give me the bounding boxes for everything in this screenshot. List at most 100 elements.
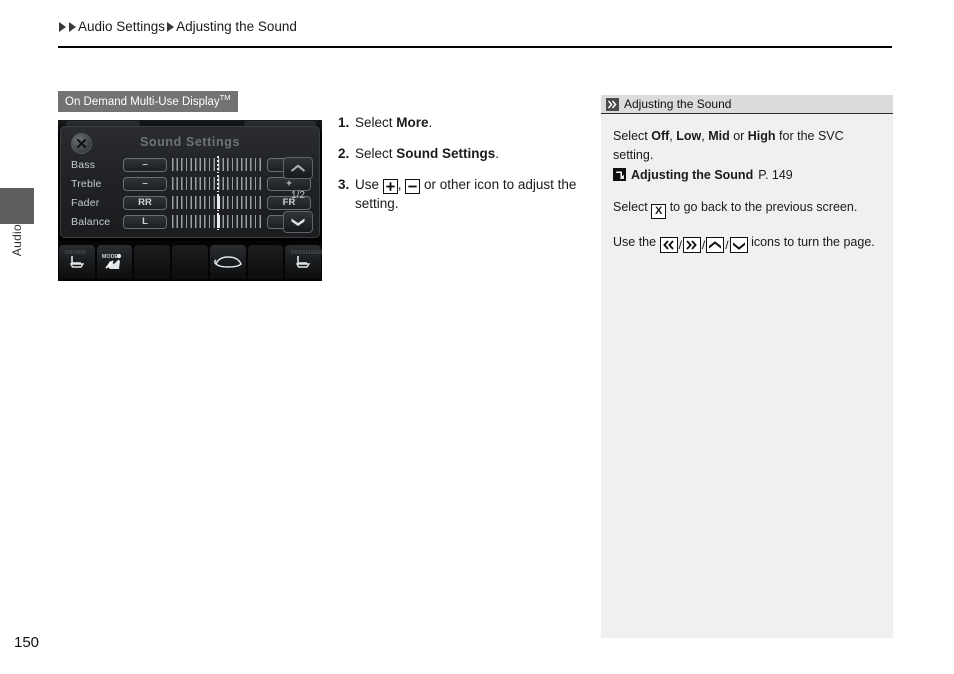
page-turn-icon-group: / / / — [659, 236, 748, 254]
step-text: Select More. — [355, 114, 586, 132]
section-tab-label: Audio — [10, 224, 24, 257]
treble-slider[interactable] — [172, 175, 262, 192]
jump-arrow-icon — [613, 168, 626, 182]
row-label: Treble — [71, 177, 102, 190]
step-2: 2. Select Sound Settings. — [338, 145, 586, 163]
chevron-double-down-icon — [729, 237, 748, 253]
defroster-icon[interactable] — [209, 245, 246, 279]
seat-heater-left-icon[interactable]: DRIVER — [59, 245, 95, 279]
slider-row-balance: Balance L R — [61, 212, 319, 231]
svc-option-low: Low — [676, 129, 702, 143]
icon-sep-1: / — [678, 238, 682, 252]
cross-reference-page: P. 149 — [758, 167, 793, 182]
back-lead: Select — [613, 200, 652, 215]
chevron-down-icon[interactable] — [283, 211, 313, 233]
seat-heater-left-label: DRIVER — [65, 250, 86, 256]
blank-button[interactable] — [134, 245, 171, 279]
breadcrumb-arrow-icon — [59, 21, 66, 32]
fader-slider[interactable] — [172, 194, 262, 211]
page-controls: 1/2 — [282, 157, 314, 233]
step-3-mid: , — [397, 177, 406, 193]
step-number: 1. — [338, 115, 350, 130]
cross-reference[interactable]: Adjusting the Sound P. 149 — [613, 166, 879, 185]
seat-heater-right-label: PASSENGER — [291, 250, 322, 256]
step-text: Use , or other icon to adjust the settin… — [355, 176, 586, 212]
plus-icon — [382, 179, 398, 195]
climate-bottom-bar: DRIVER MODE PASSENGER — [58, 241, 322, 281]
close-x-box-icon: X — [651, 204, 667, 219]
svc-lead: Select — [613, 129, 652, 143]
row-label: Bass — [71, 158, 96, 171]
figure-caption-banner: On Demand Multi-Use DisplayTM — [58, 91, 238, 113]
chevron-up-icon[interactable] — [283, 157, 313, 179]
row-label: Fader — [71, 196, 100, 209]
slider-row-bass: Bass – + — [61, 155, 319, 174]
step-3: 3. Use , or other icon to adjust the set… — [338, 176, 586, 212]
icon-sep-3: / — [725, 238, 729, 252]
bass-decrease-button[interactable]: – — [123, 157, 167, 172]
slider-cursor — [217, 156, 219, 173]
sidebar-title: Adjusting the Sound — [624, 97, 732, 111]
step-2-tail: . — [495, 146, 500, 162]
sidebar-body: Select Off, Low, Mid or High for the SVC… — [601, 114, 893, 254]
step-3-lead: Use — [355, 177, 383, 193]
slider-cursor — [217, 213, 219, 230]
icon-sep-2: / — [701, 238, 706, 252]
breadcrumb-arrow-icon-3 — [167, 21, 175, 32]
sound-settings-rows: Bass – + Treble – + — [61, 155, 319, 231]
svc-option-mid: Mid — [708, 129, 730, 143]
chevron-double-right-icon — [682, 237, 701, 253]
breadcrumb-item-audio-settings[interactable]: Audio Settings — [78, 19, 165, 34]
treble-decrease-button[interactable]: – — [123, 176, 167, 191]
figure-caption-trademark: TM — [219, 93, 231, 102]
slider-cursor — [217, 175, 219, 192]
sidebar-paragraph-3: Use the / / / icons to turn the page. — [613, 233, 879, 254]
figure-caption-text: On Demand Multi-Use Display — [65, 95, 220, 108]
step-2-lead: Select — [355, 146, 397, 162]
svc-option-off: Off — [651, 129, 670, 143]
step-1: 1. Select More. — [338, 114, 586, 132]
step-1-lead: Select — [355, 115, 397, 130]
breadcrumb-arrow-icon-2 — [69, 21, 76, 32]
svc-sep-3: or — [729, 129, 748, 143]
fader-rear-button[interactable]: RR — [123, 195, 167, 210]
head-unit-screenshot: Sound Settings Bass – + Treble – — [58, 120, 322, 281]
page-number: 150 — [14, 634, 40, 651]
step-number: 3. — [338, 177, 350, 193]
minus-icon — [405, 179, 421, 195]
chevron-double-left-icon — [659, 237, 678, 253]
sidebar-header: Adjusting the Sound — [601, 95, 893, 114]
step-number: 2. — [338, 146, 350, 162]
slider-row-treble: Treble – + — [61, 174, 319, 193]
step-2-target: Sound Settings — [396, 146, 496, 162]
slider-cursor — [217, 194, 219, 211]
breadcrumb: Audio Settings Adjusting the Sound — [58, 19, 297, 34]
svc-option-high: High — [747, 129, 776, 143]
sound-settings-panel: Sound Settings Bass – + Treble – — [60, 126, 320, 238]
climate-mode-icon[interactable]: MODE — [96, 245, 133, 279]
back-tail: to go back to the previous screen. — [666, 200, 858, 215]
breadcrumb-item-adjusting-the-sound[interactable]: Adjusting the Sound — [176, 19, 297, 34]
section-tab-label-wrap: Audio — [0, 224, 34, 294]
seat-heater-right-icon[interactable]: PASSENGER — [285, 245, 322, 279]
sidebar-note: Adjusting the Sound Select Off, Low, Mid… — [601, 95, 893, 638]
sound-settings-title: Sound Settings — [139, 135, 241, 149]
row-label: Balance — [71, 215, 111, 228]
step-1-target: More — [396, 115, 429, 130]
blank-button-3[interactable] — [247, 245, 284, 279]
slider-row-fader: Fader RR FR — [61, 193, 319, 212]
section-tab-marker — [0, 188, 34, 224]
header-divider — [58, 46, 892, 48]
page-indicator: 1/2 — [291, 189, 305, 201]
step-1-tail: . — [428, 115, 433, 130]
balance-left-button[interactable]: L — [123, 214, 167, 229]
cross-reference-title: Adjusting the Sound — [631, 167, 754, 182]
step-text: Select Sound Settings. — [355, 145, 586, 163]
balance-slider[interactable] — [172, 213, 262, 230]
bass-slider[interactable] — [172, 156, 262, 173]
blank-button-2[interactable] — [172, 245, 208, 279]
chevron-double-up-icon — [706, 237, 725, 253]
sidebar-paragraph-1: Select Off, Low, Mid or High for the SVC… — [613, 127, 879, 165]
instruction-steps: 1. Select More. 2. Select Sound Settings… — [338, 114, 586, 226]
page-turn-lead: Use the — [613, 235, 660, 249]
